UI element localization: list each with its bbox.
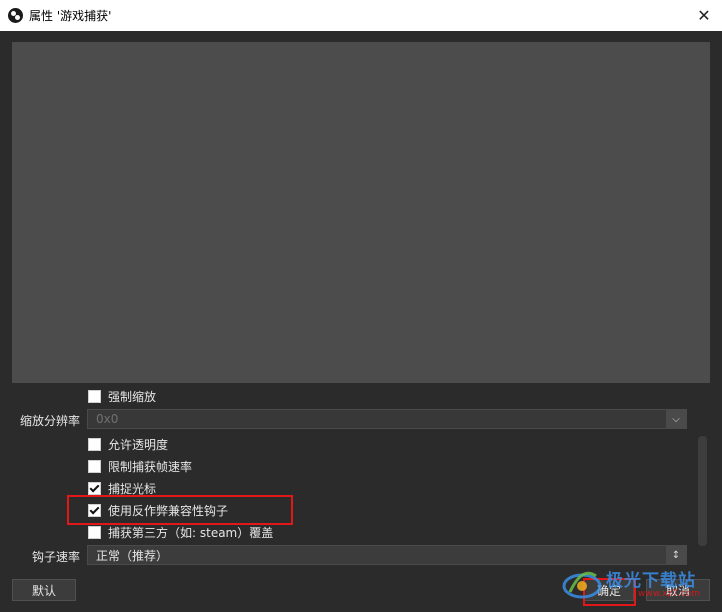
watermark-logo-icon <box>562 571 602 599</box>
source-preview <box>12 42 710 383</box>
scale-resolution-label: 缩放分辨率 <box>19 414 80 428</box>
third-party-overlay-checkbox[interactable] <box>88 526 101 539</box>
chevron-down-icon[interactable]: ⌵ <box>666 409 686 429</box>
properties-dialog: 属性 '游戏捕获' ✕ 强制缩放 缩放分辨率 0x0 ⌵ 允许透明度 限制捕获帧… <box>0 0 722 612</box>
watermark: 极光下载站 www.xz7.com <box>560 560 722 610</box>
allow-transparency-label: 允许透明度 <box>108 438 169 452</box>
third-party-overlay-option[interactable]: 捕获第三方（如: steam）覆盖 <box>88 524 273 541</box>
watermark-text: 极光下载站 <box>606 571 696 591</box>
anticheat-hook-highlight <box>67 495 293 525</box>
defaults-button[interactable]: 默认 <box>12 579 76 601</box>
scale-resolution-select[interactable]: 0x0 ⌵ <box>87 409 687 429</box>
third-party-overlay-label: 捕获第三方（如: steam）覆盖 <box>108 526 274 540</box>
close-button[interactable]: ✕ <box>686 0 722 31</box>
obs-logo-icon <box>8 8 23 23</box>
close-icon: ✕ <box>697 6 711 25</box>
window-title: 属性 '游戏捕获' <box>29 9 112 23</box>
capture-cursor-checkbox[interactable] <box>88 482 101 495</box>
allow-transparency-checkbox[interactable] <box>88 438 101 451</box>
force-scale-option[interactable]: 强制缩放 <box>88 388 156 405</box>
force-scale-checkbox[interactable] <box>88 390 101 403</box>
force-scale-label: 强制缩放 <box>108 390 157 404</box>
options-scrollbar[interactable] <box>698 436 707 546</box>
limit-fps-option[interactable]: 限制捕获帧速率 <box>88 458 192 475</box>
scale-resolution-value: 0x0 <box>96 412 119 426</box>
limit-fps-checkbox[interactable] <box>88 460 101 473</box>
hook-rate-value: 正常（推荐） <box>96 548 169 563</box>
title-bar: 属性 '游戏捕获' ✕ <box>0 0 722 31</box>
allow-transparency-option[interactable]: 允许透明度 <box>88 436 168 453</box>
watermark-url: www.xz7.com <box>638 589 700 599</box>
hook-rate-label: 钩子速率 <box>31 550 80 564</box>
limit-fps-label: 限制捕获帧速率 <box>108 460 193 474</box>
